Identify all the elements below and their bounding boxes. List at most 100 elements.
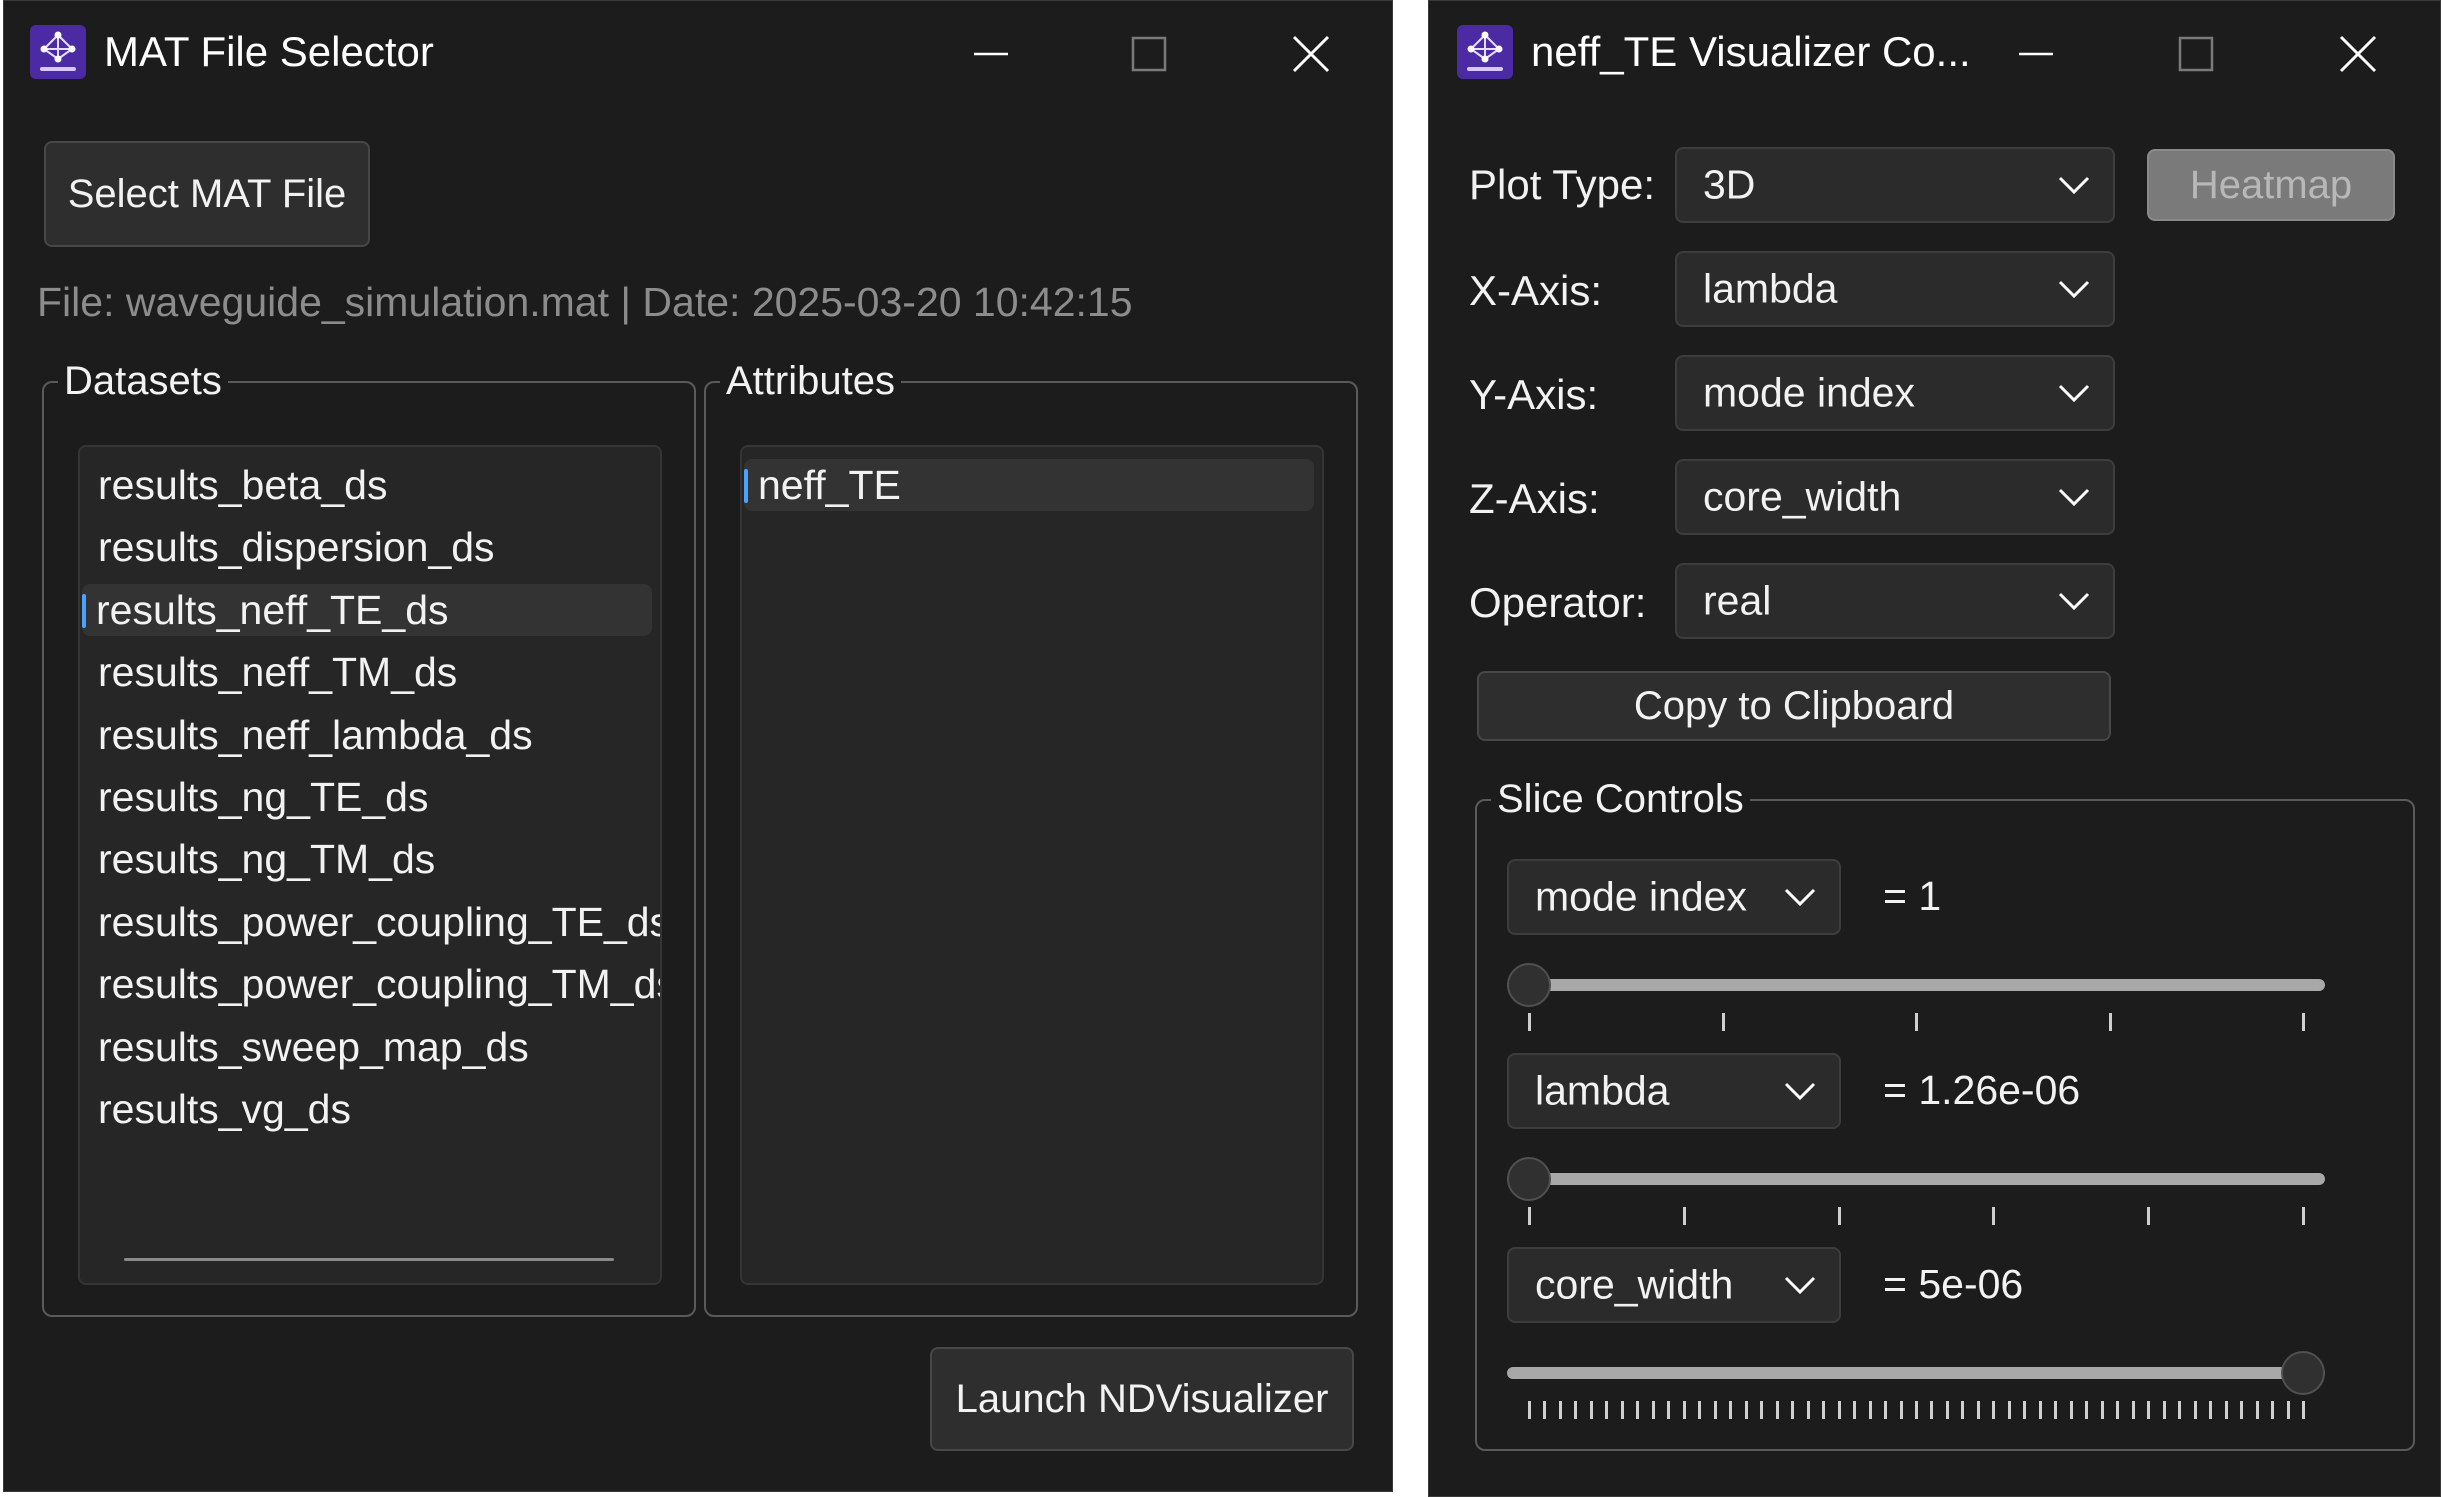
dataset-list-item[interactable]: results_sweep_map_ds (90, 1021, 529, 1073)
slider-tick (1915, 1013, 1918, 1031)
slider-tick (1884, 1401, 1888, 1419)
slider-tick (1651, 1401, 1655, 1419)
z-axis-value: core_width (1703, 473, 1902, 520)
attributes-list[interactable]: neff_TE (740, 445, 1324, 1285)
minimize-icon[interactable] (2011, 29, 2061, 79)
plot-type-select[interactable]: 3D (1675, 147, 2115, 223)
dataset-item-label: results_neff_TE_ds (96, 586, 449, 633)
slider-tick (2069, 1401, 2073, 1419)
slice-slider[interactable] (1507, 963, 2325, 1033)
datasets-group-title: Datasets (58, 357, 228, 405)
slider-tick (1837, 1207, 1841, 1225)
slider-handle[interactable] (2281, 1351, 2325, 1395)
dataset-list-item[interactable]: results_vg_ds (90, 1083, 351, 1135)
datasets-list[interactable]: results_beta_ds results_dispersion_dsresu… (78, 445, 662, 1285)
dataset-list-item[interactable]: results_ng_TE_ds (90, 771, 428, 823)
horizontal-scrollbar[interactable] (124, 1258, 614, 1261)
slider-tick (1899, 1401, 1903, 1419)
slider-tick (1713, 1401, 1717, 1419)
slice-slider[interactable] (1507, 1157, 2325, 1227)
slice-dimension-value: lambda (1535, 1067, 1670, 1114)
slider-tick (2147, 1207, 2151, 1225)
slider-tick (1589, 1401, 1593, 1419)
operator-select[interactable]: real (1675, 563, 2115, 639)
slider-tick (1574, 1401, 1578, 1419)
select-mat-file-button[interactable]: Select MAT File (44, 141, 370, 247)
slider-tick (1682, 1401, 1686, 1419)
slider-tick (1605, 1401, 1609, 1419)
heatmap-button[interactable]: Heatmap (2147, 149, 2395, 221)
slider-tick (1698, 1401, 1702, 1419)
slider-tick (2162, 1401, 2166, 1419)
z-axis-select[interactable]: core_width (1675, 459, 2115, 535)
slider-tick (1528, 1401, 1531, 1419)
file-info-text: File: waveguide_simulation.mat | Date: 2… (37, 279, 1133, 325)
slider-tick (2255, 1401, 2259, 1419)
selection-indicator (82, 593, 86, 628)
slider-tick (1992, 1401, 1996, 1419)
window-title: neff_TE Visualizer Co... (1531, 28, 1971, 75)
copy-to-clipboard-button[interactable]: Copy to Clipboard (1477, 671, 2111, 741)
slider-tick (2271, 1401, 2275, 1419)
maximize-icon[interactable] (2171, 29, 2221, 79)
attribute-list-item[interactable]: neff_TE (744, 459, 1314, 511)
minimize-icon[interactable] (966, 29, 1016, 79)
slider-tick (2240, 1401, 2244, 1419)
dataset-list-item[interactable]: results_ng_TM_ds (90, 833, 435, 885)
slider-tick (2023, 1401, 2027, 1419)
slider-ticks (1507, 1401, 2325, 1421)
slider-track[interactable] (1507, 979, 2325, 991)
slider-tick (1992, 1207, 1996, 1225)
slider-tick (1961, 1401, 1965, 1419)
slider-tick (1558, 1401, 1562, 1419)
dataset-list-item[interactable]: results_neff_TE_ds (82, 583, 652, 636)
dataset-list-item[interactable]: results_neff_lambda_ds (90, 709, 533, 761)
slider-track[interactable] (1507, 1173, 2325, 1185)
x-axis-select[interactable]: lambda (1675, 251, 2115, 327)
slider-track[interactable] (1507, 1367, 2325, 1379)
slider-handle[interactable] (1507, 963, 1551, 1007)
dataset-list-item[interactable]: results_beta_ds (90, 459, 387, 511)
slice-controls-group: Slice Controls mode index = 1 lambda = 1.26… (1475, 775, 2415, 1451)
slider-tick (1930, 1401, 1934, 1419)
slider-tick (1806, 1401, 1810, 1419)
slider-tick (1837, 1401, 1841, 1419)
chevron-down-icon (2057, 487, 2091, 507)
slice-slider[interactable] (1507, 1351, 2325, 1421)
slice-value-text: = 1 (1883, 873, 1942, 919)
datasets-group: Datasets results_beta_ds results_dispersi… (42, 357, 696, 1317)
slider-handle[interactable] (1507, 1157, 1551, 1201)
slider-tick (2100, 1401, 2104, 1419)
visualizer-controls-window: neff_TE Visualizer Co... Plot Type: 3D H… (1428, 0, 2441, 1497)
chevron-down-icon (1783, 1081, 1817, 1101)
z-axis-label: Z-Axis: (1469, 475, 1600, 522)
title-bar[interactable]: MAT File Selector (4, 1, 1392, 101)
dataset-list-item[interactable]: results_power_coupling_TM_ds (90, 958, 660, 1010)
slice-dimension-select[interactable]: mode index (1507, 859, 1841, 935)
x-axis-value: lambda (1703, 265, 1838, 312)
maximize-icon[interactable] (1124, 29, 1174, 79)
slider-tick (1744, 1401, 1748, 1419)
title-bar[interactable]: neff_TE Visualizer Co... (1429, 1, 2440, 101)
dataset-list-item[interactable]: results_dispersion_ds (90, 521, 495, 573)
slice-dimension-select[interactable]: core_width (1507, 1247, 1841, 1323)
y-axis-select[interactable]: mode index (1675, 355, 2115, 431)
app-logo-icon (30, 25, 86, 79)
slice-value-text: = 1.26e-06 (1883, 1067, 2081, 1113)
chevron-down-icon (2057, 175, 2091, 195)
slider-tick (1528, 1013, 1531, 1031)
slider-tick (1760, 1401, 1764, 1419)
slider-tick (1822, 1401, 1826, 1419)
launch-ndvisualizer-button[interactable]: Launch NDVisualizer (930, 1347, 1354, 1451)
close-icon[interactable] (1286, 29, 1336, 79)
attribute-item-label: neff_TE (758, 462, 901, 508)
chevron-down-icon (2057, 591, 2091, 611)
dataset-list-item[interactable]: results_power_coupling_TE_ds (90, 896, 660, 948)
plot-type-label: Plot Type: (1469, 161, 1656, 208)
dataset-list-item[interactable]: results_neff_TM_ds (90, 646, 457, 698)
close-icon[interactable] (2333, 29, 2383, 79)
slice-dimension-select[interactable]: lambda (1507, 1053, 1841, 1129)
window-title: MAT File Selector (104, 28, 434, 75)
slider-tick (1528, 1207, 1531, 1225)
slider-tick (1682, 1207, 1686, 1225)
